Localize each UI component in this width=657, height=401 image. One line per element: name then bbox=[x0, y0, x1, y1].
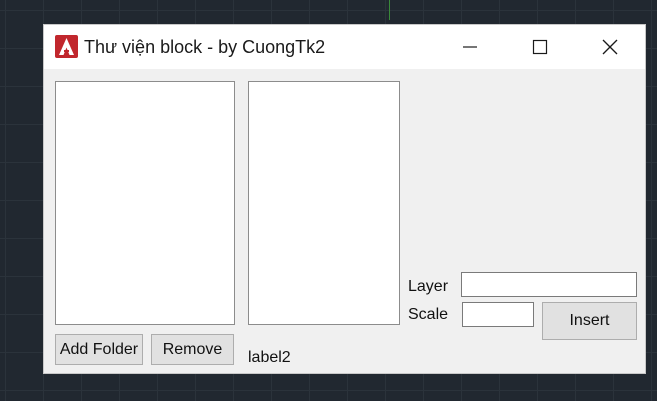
maximize-icon bbox=[532, 39, 548, 55]
insert-button[interactable]: Insert bbox=[542, 302, 637, 340]
minimize-button[interactable] bbox=[435, 25, 505, 69]
autocad-logo-icon bbox=[55, 35, 78, 58]
window-title: Thư viện block - by CuongTk2 bbox=[84, 37, 326, 57]
minimize-icon bbox=[463, 46, 477, 48]
title-bar[interactable]: Thư viện block - by CuongTk2 bbox=[44, 25, 645, 69]
close-button[interactable] bbox=[575, 25, 645, 69]
scale-label: Scale bbox=[408, 306, 449, 323]
add-folder-button[interactable]: Add Folder bbox=[55, 334, 143, 365]
remove-button[interactable]: Remove bbox=[151, 334, 234, 365]
layer-label: Layer bbox=[408, 278, 449, 295]
add-folder-label: Add Folder bbox=[59, 340, 139, 358]
close-icon bbox=[602, 39, 618, 55]
remove-label: Remove bbox=[162, 340, 223, 358]
block-listbox[interactable] bbox=[248, 81, 400, 325]
label2: label2 bbox=[248, 349, 291, 366]
insert-label: Insert bbox=[569, 312, 610, 329]
block-library-window: Thư viện block - by CuongTk2 Add Folder … bbox=[44, 25, 645, 373]
cad-axis-line bbox=[389, 0, 390, 20]
layer-input[interactable] bbox=[461, 272, 637, 297]
folder-listbox[interactable] bbox=[55, 81, 235, 325]
maximize-button[interactable] bbox=[505, 25, 575, 69]
scale-input[interactable] bbox=[462, 302, 534, 327]
